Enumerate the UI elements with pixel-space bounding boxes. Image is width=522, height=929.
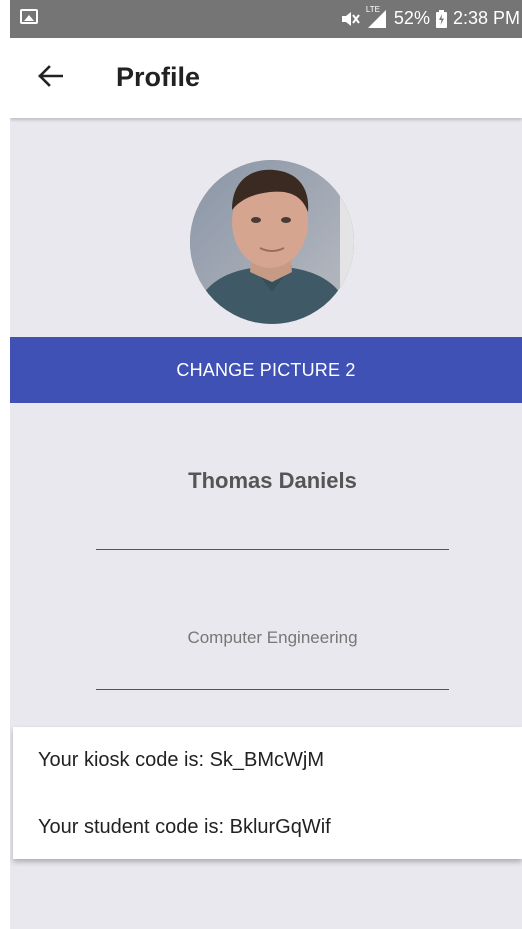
app-bar: Profile — [10, 38, 522, 118]
back-button[interactable] — [32, 60, 68, 96]
major-value: Computer Engineering — [187, 628, 358, 647]
profile-screen: LTE 52% 2:38 PM Profile CHANGE PICTURE 2… — [10, 0, 522, 929]
name-value: Thomas Daniels — [188, 468, 357, 493]
clock: 2:38 PM — [452, 8, 520, 28]
major-field[interactable]: Computer Engineering — [96, 612, 449, 690]
status-left — [20, 9, 38, 24]
avatar — [190, 160, 354, 324]
battery-percent: 52% — [393, 8, 430, 28]
student-code-text: Your student code is: BklurGqWif — [38, 816, 331, 838]
status-bar: LTE 52% 2:38 PM — [10, 0, 522, 38]
signal-icon: LTE — [366, 5, 388, 29]
change-picture-button[interactable]: CHANGE PICTURE 2 — [10, 337, 522, 403]
gallery-icon — [20, 9, 38, 24]
arrow-back-icon — [37, 64, 64, 92]
page-title: Profile — [116, 62, 201, 92]
network-label: LTE — [365, 4, 380, 14]
name-field[interactable]: Thomas Daniels — [96, 452, 449, 550]
battery-charging-icon — [435, 9, 447, 28]
kiosk-code-text: Your kiosk code is: Sk_BMcWjM — [38, 749, 325, 771]
mute-icon — [340, 10, 360, 28]
codes-card: Your kiosk code is: Sk_BMcWjM Your stude… — [13, 727, 522, 859]
status-right: LTE 52% 2:38 PM — [340, 5, 520, 29]
